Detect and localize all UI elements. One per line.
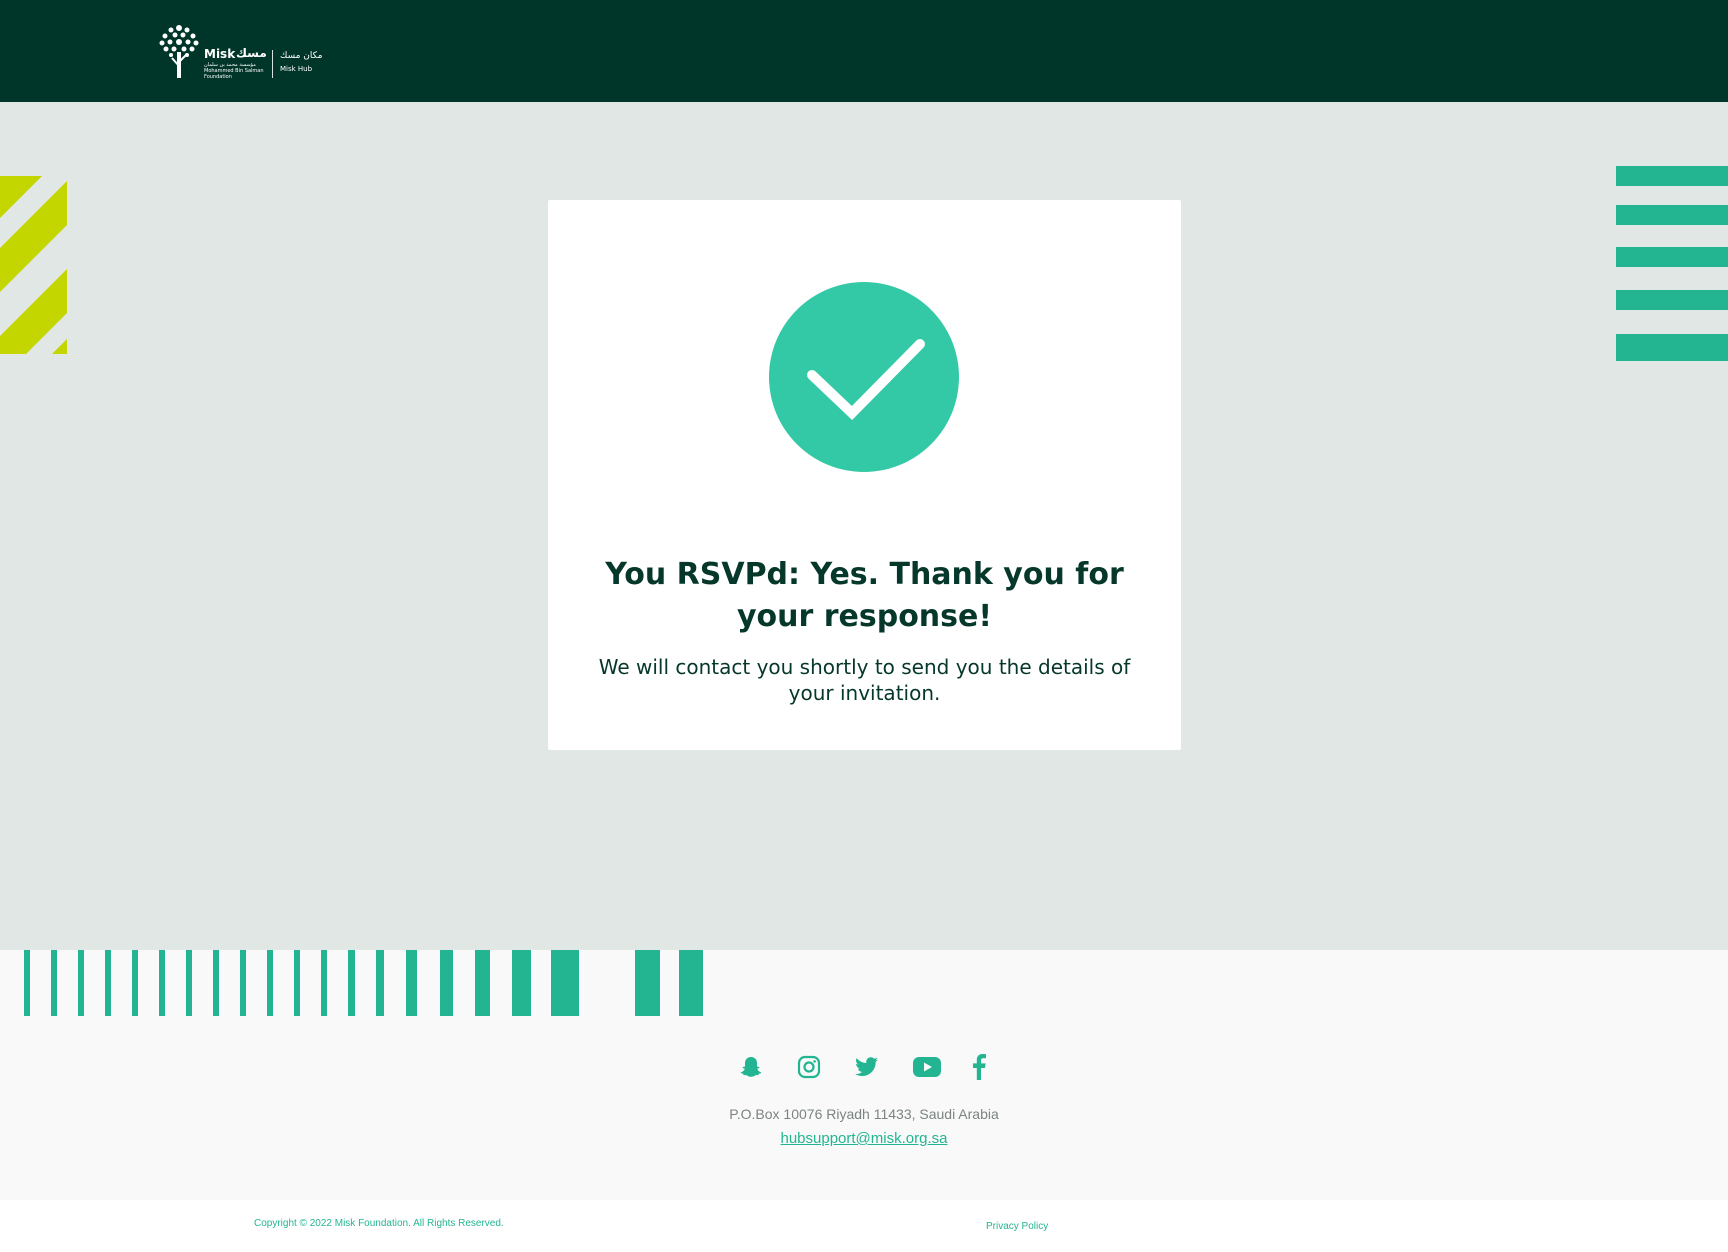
stripe <box>348 950 355 1016</box>
stripe <box>213 950 219 1016</box>
support-email-link[interactable]: hubsupport@misk.org.sa <box>781 1130 948 1147</box>
logo-hub-en: Misk Hub <box>280 65 313 73</box>
stripe <box>78 950 84 1016</box>
stripe <box>24 950 30 1016</box>
green-bars-decoration <box>1616 166 1728 362</box>
confirmation-title: You RSVPd: Yes. Thank you for your respo… <box>605 557 1124 634</box>
youtube-icon[interactable] <box>912 1052 942 1082</box>
footer-email: hubsupport@misk.org.sa <box>564 1130 1164 1147</box>
tree-logo-icon <box>159 25 199 78</box>
stripe <box>376 950 384 1016</box>
green-bar <box>1616 247 1728 267</box>
logo-misk-en: Misk <box>204 47 236 61</box>
copyright-text: Copyright © 2022 Misk Foundation. All Ri… <box>254 1218 504 1229</box>
logo-foundation-en: Mohammed Bin Salman Foundation <box>204 68 264 80</box>
logo-foundation-text: مؤسسة محمد بن سلمان Mohammed Bin Salman … <box>204 62 270 80</box>
stripe <box>321 950 327 1016</box>
stripe <box>51 950 57 1016</box>
yellow-stripes-decoration <box>0 176 67 354</box>
logo-hub-ar: مكان مسك <box>280 51 323 61</box>
stripe <box>440 950 453 1016</box>
green-bar <box>1616 166 1728 186</box>
site-header: Misk مسك مؤسسة محمد بن سلمان Mohammed Bi… <box>0 0 1728 102</box>
social-links <box>736 1052 992 1082</box>
stripe <box>294 950 300 1016</box>
stripe <box>186 950 192 1016</box>
stripe <box>267 950 273 1016</box>
green-bar <box>1616 205 1728 225</box>
green-bar <box>1616 334 1728 361</box>
stripe <box>551 950 579 1016</box>
stripe <box>240 950 246 1016</box>
stripe <box>475 950 490 1016</box>
stripe <box>679 950 703 1016</box>
facebook-icon[interactable] <box>964 1052 994 1082</box>
green-bar <box>1616 290 1728 310</box>
stripe <box>105 950 111 1016</box>
check-circle-icon <box>769 282 959 472</box>
stripe <box>635 950 660 1016</box>
stripe <box>159 950 165 1016</box>
confirmation-card: You RSVPd: Yes. Thank you for your respo… <box>548 200 1181 750</box>
twitter-icon[interactable] <box>852 1052 882 1082</box>
snapchat-icon[interactable] <box>736 1052 766 1082</box>
privacy-policy-link[interactable]: Privacy Policy <box>986 1221 1048 1232</box>
instagram-icon[interactable] <box>794 1052 824 1082</box>
stripe <box>512 950 531 1016</box>
footer-address: P.O.Box 10076 Riyadh 11433, Saudi Arabia <box>729 1106 999 1122</box>
logo-misk-ar: مسك <box>236 46 267 60</box>
logo-divider <box>272 50 273 78</box>
stripe <box>406 950 417 1016</box>
confirmation-message: We will contact you shortly to send you … <box>598 655 1131 705</box>
footer-stripes-decoration <box>0 950 720 1016</box>
stripe <box>132 950 138 1016</box>
